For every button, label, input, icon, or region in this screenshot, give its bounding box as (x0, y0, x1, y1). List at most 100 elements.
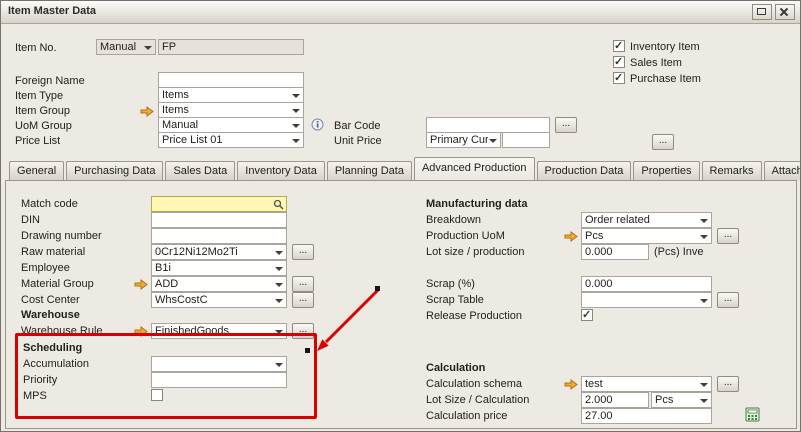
foreign-name-input[interactable] (158, 72, 304, 88)
lot-size-calculation-input[interactable] (581, 392, 649, 408)
warehouse-rule-dropdown[interactable]: FinishedGoods (151, 323, 287, 339)
calculation-schema-label: Calculation schema (426, 378, 522, 391)
sales-item-label: Sales Item (630, 57, 682, 70)
priority-label: Priority (23, 374, 57, 387)
scrap-table-browse-button[interactable]: ... (717, 292, 739, 308)
calculation-schema-link-arrow-icon[interactable] (564, 379, 578, 390)
purchase-item-label: Purchase Item (630, 73, 701, 86)
accumulation-label: Accumulation (23, 358, 89, 371)
production-uom-link-arrow-icon[interactable] (564, 231, 578, 242)
tab-advanced-production[interactable]: Advanced Production (414, 157, 535, 180)
material-group-label: Material Group (21, 278, 94, 291)
drawing-number-input[interactable] (151, 228, 287, 244)
uom-group-dropdown[interactable]: Manual (158, 117, 304, 133)
manufacturing-data-section-header: Manufacturing data (426, 198, 527, 211)
unit-price-label: Unit Price (334, 135, 382, 148)
employee-label: Employee (21, 262, 70, 275)
price-list-dropdown[interactable]: Price List 01 (158, 132, 304, 148)
tab-inventory-data[interactable]: Inventory Data (237, 161, 325, 180)
bar-code-input[interactable] (426, 117, 550, 133)
warehouse-rule-link-arrow-icon[interactable] (134, 326, 148, 337)
close-icon[interactable] (775, 4, 795, 20)
scheduling-section-header: Scheduling (23, 342, 82, 355)
release-production-label: Release Production (426, 310, 522, 323)
cost-center-browse-button[interactable]: ... (292, 292, 314, 308)
mps-checkbox[interactable] (151, 389, 163, 401)
bar-code-label: Bar Code (334, 120, 380, 133)
din-label: DIN (21, 214, 40, 227)
mps-label: MPS (23, 390, 47, 403)
lot-size-calculation-uom-dropdown[interactable]: Pcs (651, 392, 712, 408)
uom-group-label: UoM Group (15, 120, 72, 133)
item-group-label: Item Group (15, 105, 70, 118)
item-master-data-window: Item Master Data Item No. Manual Invento… (0, 0, 801, 432)
item-type-dropdown[interactable]: Items (158, 87, 304, 103)
item-no-input[interactable] (158, 39, 304, 55)
calculation-schema-value: test (585, 378, 699, 390)
accumulation-dropdown[interactable] (151, 356, 287, 372)
material-group-browse-button[interactable]: ... (292, 276, 314, 292)
window-controls (752, 4, 795, 20)
calculation-schema-dropdown[interactable]: test (581, 376, 712, 392)
unit-price-input[interactable] (502, 132, 550, 148)
tab-purchasing-data[interactable]: Purchasing Data (66, 161, 163, 180)
tab-bar: General Purchasing Data Sales Data Inven… (9, 158, 801, 180)
calculation-section-header: Calculation (426, 362, 485, 375)
priority-input[interactable] (151, 372, 287, 388)
tab-production-data[interactable]: Production Data (537, 161, 632, 180)
production-uom-label: Production UoM (426, 230, 505, 243)
unit-price-browse-button[interactable]: ... (652, 134, 674, 150)
scrap-table-dropdown[interactable] (581, 292, 712, 308)
tab-planning-data[interactable]: Planning Data (327, 161, 412, 180)
din-input[interactable] (151, 212, 287, 228)
calculator-icon[interactable] (745, 407, 761, 426)
scrap-table-label: Scrap Table (426, 294, 484, 307)
cost-center-value: WhsCostC (155, 294, 274, 306)
employee-dropdown[interactable]: B1i (151, 260, 287, 276)
raw-material-dropdown[interactable]: 0Cr12Ni12Mo2Ti (151, 244, 287, 260)
material-group-dropdown[interactable]: ADD (151, 276, 287, 292)
item-no-series-dropdown[interactable]: Manual (96, 39, 156, 55)
warehouse-rule-label: Warehouse Rule (21, 325, 103, 338)
breakdown-label: Breakdown (426, 214, 481, 227)
title-bar: Item Master Data (1, 1, 800, 24)
lot-size-production-input[interactable] (581, 244, 649, 260)
material-group-link-arrow-icon[interactable] (134, 279, 148, 290)
window-title: Item Master Data (8, 5, 96, 17)
inventory-item-label: Inventory Item (630, 41, 700, 54)
production-uom-dropdown[interactable]: Pcs (581, 228, 712, 244)
cost-center-dropdown[interactable]: WhsCostC (151, 292, 287, 308)
scrap-percent-input[interactable] (581, 276, 712, 292)
item-group-link-arrow-icon[interactable] (140, 106, 154, 117)
release-production-checkbox[interactable] (581, 309, 593, 321)
uom-info-icon[interactable] (311, 118, 324, 134)
tab-attachment[interactable]: Attachment (764, 161, 801, 180)
calculation-price-label: Calculation price (426, 410, 507, 423)
breakdown-value: Order related (585, 214, 699, 226)
lot-size-calculation-label: Lot Size / Calculation (426, 394, 529, 407)
bar-code-browse-button[interactable]: ... (555, 117, 577, 133)
calculation-price-input[interactable] (581, 408, 712, 424)
uom-group-value: Manual (162, 119, 291, 131)
breakdown-dropdown[interactable]: Order related (581, 212, 712, 228)
production-uom-value: Pcs (585, 230, 699, 242)
item-group-dropdown[interactable]: Items (158, 102, 304, 118)
unit-price-currency-dropdown[interactable]: Primary Curr (426, 132, 501, 148)
search-icon[interactable] (273, 199, 284, 213)
raw-material-browse-button[interactable]: ... (292, 244, 314, 260)
restore-icon[interactable] (752, 4, 772, 20)
purchase-item-checkbox[interactable] (613, 72, 625, 84)
price-list-label: Price List (15, 135, 60, 148)
calculation-schema-browse-button[interactable]: ... (717, 376, 739, 392)
warehouse-rule-browse-button[interactable]: ... (292, 323, 314, 339)
tab-remarks[interactable]: Remarks (702, 161, 762, 180)
production-uom-browse-button[interactable]: ... (717, 228, 739, 244)
tab-general[interactable]: General (9, 161, 64, 180)
tab-sales-data[interactable]: Sales Data (165, 161, 235, 180)
employee-value: B1i (155, 262, 274, 274)
sales-item-checkbox[interactable] (613, 56, 625, 68)
inventory-item-checkbox[interactable] (613, 40, 625, 52)
match-code-input[interactable] (151, 196, 287, 212)
tab-properties[interactable]: Properties (633, 161, 699, 180)
warehouse-rule-value: FinishedGoods (155, 325, 274, 337)
